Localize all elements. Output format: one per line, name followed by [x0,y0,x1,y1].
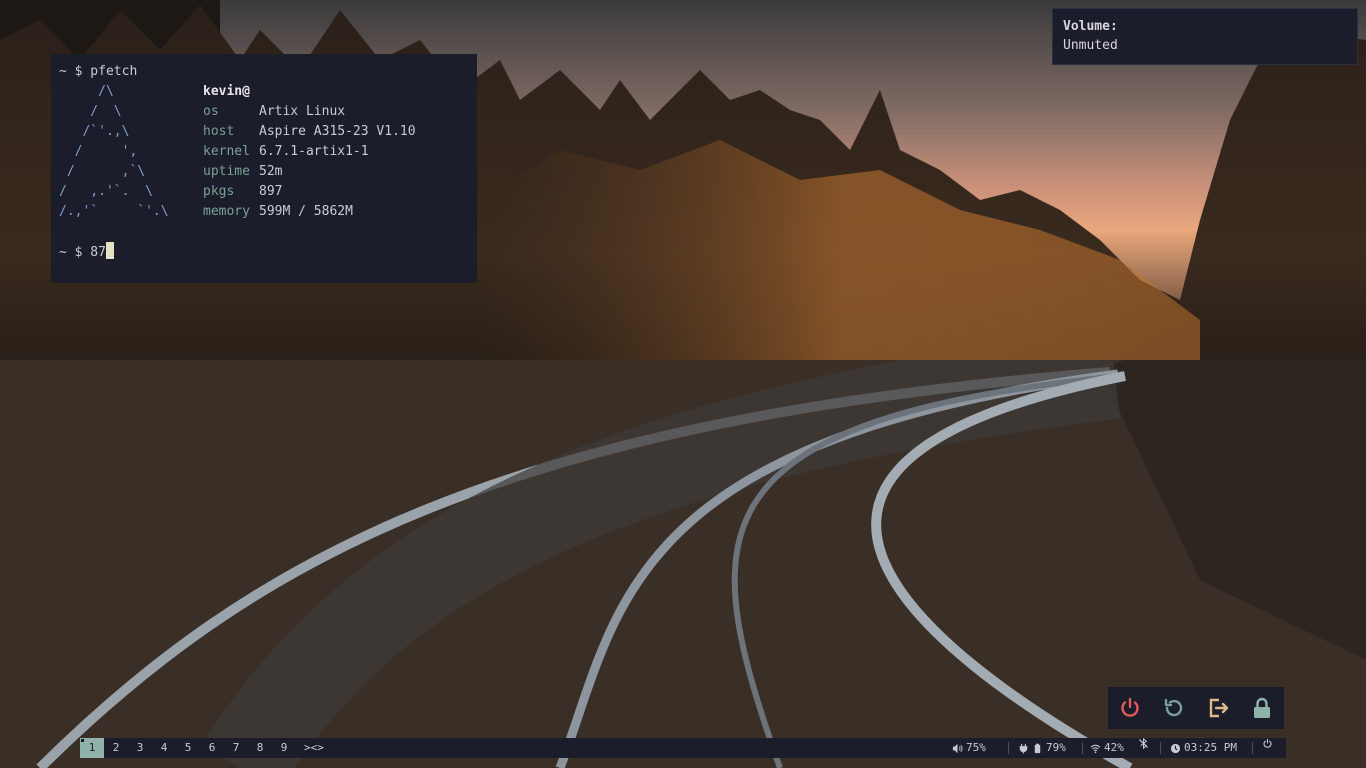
pfetch-info-row: memory 599M / 5862M [203,202,353,222]
layout-indicator[interactable]: ><> [304,738,324,758]
info-value: 599M / 5862M [259,204,353,219]
bluetooth-off-icon [1139,738,1148,749]
clock[interactable]: 03:25 PM [1170,738,1237,758]
workspace-2[interactable]: 2 [104,738,128,758]
info-value: Aspire A315-23 V1.10 [259,124,416,139]
workspace-7[interactable]: 7 [224,738,248,758]
status-bar: 1 2 3 4 5 6 7 8 9 ><> 75% 79% 42% 03:25 … [80,738,1286,758]
terminal-input-line[interactable]: ~ $ 87 [59,242,114,263]
pfetch-info-row: pkgs 897 [203,182,282,202]
terminal-window[interactable]: ~ $ pfetch /\ / \ /`'.,\ / ', / ,`\ / ,.… [51,54,477,283]
terminal-input-text: ~ $ 87 [59,245,106,260]
workspace-4[interactable]: 4 [152,738,176,758]
speaker-icon [952,743,963,753]
wifi-value: 42% [1104,741,1124,754]
wifi-status[interactable]: 42% [1090,738,1124,758]
bluetooth-status[interactable] [1138,738,1149,749]
divider [1252,742,1253,754]
volume-status[interactable]: 75% [952,738,986,758]
info-value: 897 [259,184,283,199]
lock-button[interactable] [1240,687,1284,729]
battery-value: 79% [1046,741,1066,754]
workspace-5[interactable]: 5 [176,738,200,758]
divider [1008,742,1009,754]
logout-icon [1209,698,1229,718]
info-key: os [203,104,219,119]
pfetch-info-row: kernel 6.7.1-artix1-1 [203,142,369,162]
clock-icon [1170,743,1181,753]
artix-logo-ascii: /\ / \ /`'.,\ / ', / ,`\ / ,.'`. \ /.,'`… [59,84,169,219]
pfetch-user: kevin@ [203,84,250,99]
volume-value: 75% [966,741,986,754]
notification-title: Volume: [1063,19,1118,34]
battery-icon [1034,743,1041,753]
workspace-label: 1 [88,741,96,754]
power-menu-button[interactable] [1262,738,1273,749]
pfetch-info-row: host Aspire A315-23 V1.10 [203,122,416,142]
reboot-icon [1164,698,1183,717]
info-key: uptime [203,164,250,179]
pfetch-info-row: os Artix Linux [203,102,345,122]
pfetch-info-row: uptime 52m [203,162,282,182]
workspace-3[interactable]: 3 [128,738,152,758]
divider [1160,742,1161,754]
logout-button[interactable] [1196,687,1240,729]
info-value: 52m [259,164,283,179]
shutdown-button[interactable] [1108,687,1152,729]
info-value: 6.7.1-artix1-1 [259,144,369,159]
wifi-icon [1090,744,1101,753]
power-icon [1121,697,1139,717]
workspace-8[interactable]: 8 [248,738,272,758]
info-key: host [203,124,235,139]
info-key: kernel [203,144,250,159]
terminal-command-line: ~ $ pfetch [59,64,138,79]
occupied-indicator [81,739,84,742]
plug-icon [1019,743,1028,754]
divider [1082,742,1083,754]
power-menu [1108,687,1284,729]
reboot-button[interactable] [1152,687,1196,729]
notification-body: Unmuted [1063,38,1118,53]
info-key: pkgs [203,184,235,199]
battery-status[interactable]: 79% [1018,738,1066,758]
info-key: memory [203,204,250,219]
lock-icon [1254,697,1270,718]
workspace-9[interactable]: 9 [272,738,296,758]
clock-time: 03:25 PM [1184,741,1237,754]
volume-notification[interactable]: Volume: Unmuted [1052,8,1358,65]
workspace-6[interactable]: 6 [200,738,224,758]
text-cursor [105,242,114,259]
power-icon [1263,738,1272,748]
info-value: Artix Linux [259,104,346,119]
workspace-1[interactable]: 1 [80,738,104,758]
